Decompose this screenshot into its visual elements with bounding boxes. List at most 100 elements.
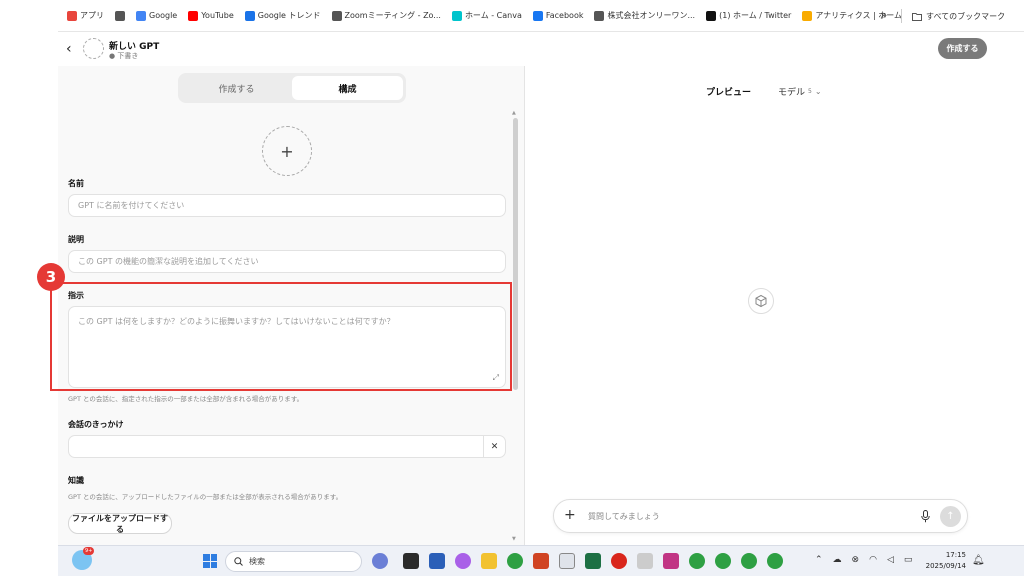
bookmark-item[interactable]: アプリ xyxy=(67,0,104,32)
windows-taskbar: 9+ 検索 ⌃ ☁ ⊗ ◠ ◁ ▭ 17:15 2025/09/14 🔔︎ xyxy=(58,545,1024,576)
globe-icon xyxy=(594,10,605,21)
bookmark-item[interactable] xyxy=(115,0,125,32)
model-selector[interactable]: モデル 5 ⌄ xyxy=(778,85,822,98)
knowledge-hint: GPT との会話に、アップロードしたファイルの一部または全部が表示される場合があ… xyxy=(68,493,343,501)
tab-groups-icon xyxy=(115,10,125,21)
send-button[interactable]: ↑ xyxy=(940,506,961,527)
add-image-button[interactable]: + xyxy=(262,126,312,176)
canva-icon xyxy=(451,10,462,21)
widgets-button[interactable]: 9+ xyxy=(72,547,95,570)
clock-date: 2025/09/14 xyxy=(925,562,966,570)
chrome-profile-2-icon[interactable] xyxy=(715,553,731,569)
apps-grid-icon xyxy=(67,10,77,21)
google-icon xyxy=(136,10,146,21)
chrome-app-icon[interactable] xyxy=(507,553,523,569)
create-gpt-button[interactable]: 作成する xyxy=(938,38,987,59)
bookmark-item[interactable]: Facebook xyxy=(532,0,584,32)
copilot-app-icon[interactable] xyxy=(372,553,388,569)
message-input[interactable]: 質問してみましょう xyxy=(588,511,660,522)
volume-icon[interactable]: ◁ xyxy=(887,555,894,565)
folder-icon xyxy=(912,12,922,21)
search-icon xyxy=(234,557,243,566)
name-input[interactable]: GPT に名前を付けてください xyxy=(68,194,506,217)
plus-icon: + xyxy=(280,141,294,161)
chevron-down-icon: ⌄ xyxy=(814,87,822,96)
description-label: 説明 xyxy=(68,235,84,244)
instagram-app-icon[interactable] xyxy=(663,553,679,569)
conversation-starter-input[interactable]: ✕ xyxy=(68,435,506,458)
copilot-icon[interactable] xyxy=(455,553,471,569)
taskbar-search[interactable]: 検索 xyxy=(225,551,362,572)
bookmark-item[interactable]: (1) ホーム / Twitter xyxy=(706,0,791,32)
chrome-profile-3-icon[interactable] xyxy=(741,553,757,569)
tab-create[interactable]: 作成する xyxy=(181,76,292,100)
scrollbar-thumb[interactable] xyxy=(513,118,518,390)
bookmark-label: Facebook xyxy=(545,11,584,20)
message-composer: + 質問してみましょう ↑ xyxy=(553,499,968,533)
bookmark-label: 株式会社オンリーワン... xyxy=(607,11,696,20)
scroll-up-icon[interactable]: ▲ xyxy=(512,110,516,116)
annotation-step-badge: 3 xyxy=(37,263,65,291)
bookmark-label: アプリ xyxy=(80,11,104,20)
search-label: 検索 xyxy=(249,557,265,566)
notification-bell-icon[interactable]: 🔔︎ xyxy=(972,555,985,566)
chevron-up-icon[interactable]: ⌃ xyxy=(815,555,823,565)
word-app-icon[interactable] xyxy=(429,553,445,569)
attach-plus-icon[interactable]: + xyxy=(564,507,576,523)
system-tray: ⌃ ☁ ⊗ ◠ ◁ ▭ xyxy=(815,555,912,565)
clear-icon[interactable]: ✕ xyxy=(483,436,505,458)
conversation-starters-label: 会話のきっかけ xyxy=(68,420,124,429)
powerpoint-app-icon[interactable] xyxy=(533,553,549,569)
excel-app-icon[interactable] xyxy=(585,553,601,569)
red-app-icon[interactable] xyxy=(611,553,627,569)
facebook-icon xyxy=(532,10,543,21)
bookmark-label: Google xyxy=(149,11,178,20)
gpt-avatar xyxy=(83,38,104,59)
task-view-icon[interactable] xyxy=(403,553,419,569)
tab-configure[interactable]: 構成 xyxy=(292,76,403,100)
battery-icon[interactable]: ▭ xyxy=(904,555,913,565)
bookmark-item[interactable]: 株式会社オンリーワン... xyxy=(594,0,695,32)
chrome-profile-icon[interactable] xyxy=(689,553,705,569)
wifi-icon[interactable]: ◠ xyxy=(869,555,877,565)
browser-window: アプリ Google YouTube Google トレンド Zoomミーティング - … xyxy=(58,0,1024,545)
bookmark-item[interactable]: YouTube xyxy=(188,0,234,32)
back-chevron-icon[interactable]: ‹ xyxy=(66,41,72,57)
microphone-icon[interactable] xyxy=(921,510,930,523)
bookmark-item[interactable]: Google xyxy=(136,0,177,32)
scroll-down-icon[interactable]: ▼ xyxy=(512,536,516,542)
bookmark-item[interactable]: Google トレンド xyxy=(244,0,321,32)
all-bookmarks-label: すべてのブックマーク xyxy=(926,11,1006,21)
bookmarks-bar: アプリ Google YouTube Google トレンド Zoomミーティング - … xyxy=(58,0,1024,32)
model-label: モデル xyxy=(778,88,806,98)
close-circle-icon[interactable]: ⊗ xyxy=(852,555,860,565)
draft-status: ● 下書き xyxy=(109,52,139,60)
editor-tabs: 作成する 構成 xyxy=(178,73,406,103)
upload-file-button[interactable]: ファイルをアップロードする xyxy=(68,513,172,534)
bookmark-label: ホーム - Canva xyxy=(464,11,522,20)
bookmark-label: Google トレンド xyxy=(257,11,321,20)
gpt-editor-header: ‹ 新しい GPT ● 下書き 作成する xyxy=(58,32,1024,66)
all-bookmarks-button[interactable]: すべてのブックマーク xyxy=(912,0,1005,32)
bookmark-item[interactable]: ホーム - Canva xyxy=(451,0,522,32)
bookmarks-more-button[interactable]: » xyxy=(880,8,887,22)
snipping-tool-icon[interactable] xyxy=(637,553,653,569)
analytics-icon xyxy=(802,10,813,21)
mail-app-icon[interactable] xyxy=(559,553,575,569)
bookmarks-list: アプリ Google YouTube Google トレンド Zoomミーティング - … xyxy=(58,0,902,32)
bookmark-item[interactable]: Zoomミーティング - Zo... xyxy=(331,0,441,32)
preview-title: プレビュー xyxy=(706,88,752,98)
description-input[interactable]: この GPT の機能の簡潔な説明を追加してください xyxy=(68,250,506,273)
cloud-icon[interactable]: ☁ xyxy=(833,555,842,565)
bookmark-label: Zoomミーティング - Zo... xyxy=(344,11,441,20)
annotation-highlight-box xyxy=(50,282,512,391)
chrome-profile-4-icon[interactable] xyxy=(767,553,783,569)
bookmarks-separator xyxy=(901,9,902,23)
preview-panel: プレビュー モデル 5 ⌄ + 質問してみましょう ↑ xyxy=(526,66,1024,545)
cube-icon xyxy=(748,288,774,314)
youtube-icon xyxy=(188,10,199,21)
file-explorer-icon[interactable] xyxy=(481,553,497,569)
windows-start-icon[interactable] xyxy=(203,554,217,568)
bookmark-label: YouTube xyxy=(201,11,234,20)
taskbar-clock[interactable]: 17:15 2025/09/14 xyxy=(922,550,966,572)
